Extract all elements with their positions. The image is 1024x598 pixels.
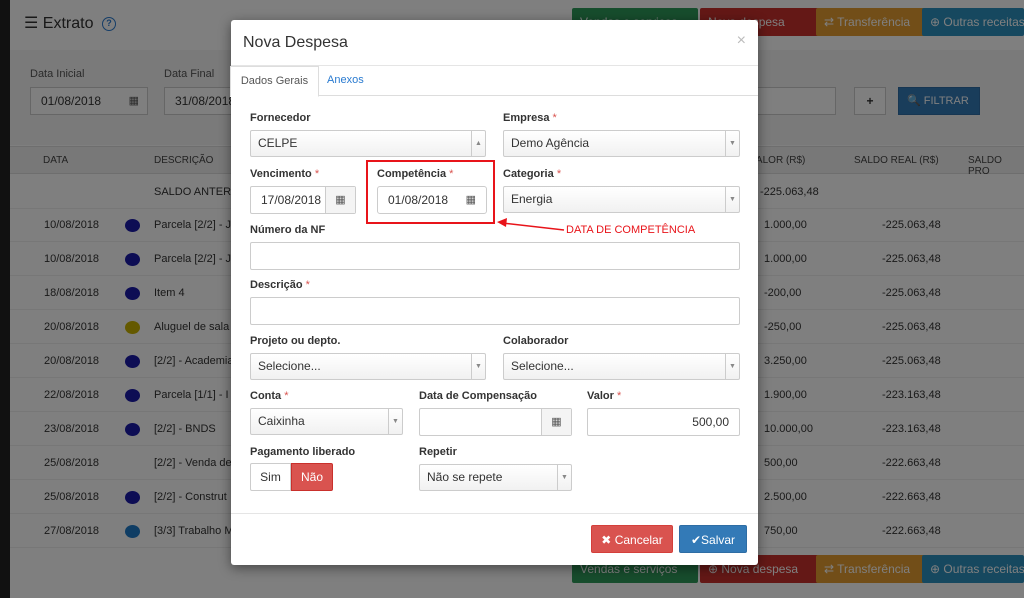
chevron-down-icon: ▲ xyxy=(471,131,485,156)
fornecedor-select[interactable]: CELPE ▲ xyxy=(250,130,486,157)
vencimento-label: Vencimento * xyxy=(250,168,320,180)
empresa-select[interactable]: Demo Agência ▼ xyxy=(503,130,740,157)
empresa-label: Empresa * xyxy=(503,112,557,124)
modal-tabs: Dados Gerais Anexos xyxy=(230,66,758,97)
valor-label: Valor * xyxy=(587,390,622,402)
modal-title: Nova Despesa xyxy=(243,34,348,51)
tab-anexos[interactable]: Anexos xyxy=(327,66,364,97)
pagamento-nao-button[interactable]: Não xyxy=(291,463,333,491)
calendar-icon[interactable]: ▦ xyxy=(541,409,571,435)
modal-footer-divider xyxy=(231,513,758,514)
tab-dados-gerais[interactable]: Dados Gerais xyxy=(230,66,319,97)
competencia-highlight-box xyxy=(366,160,495,224)
conta-label: Conta * xyxy=(250,390,289,402)
conta-select[interactable]: Caixinha ▼ xyxy=(250,408,403,435)
calendar-icon[interactable]: ▦ xyxy=(325,187,355,213)
check-icon: ✔ xyxy=(690,533,702,547)
pagamento-liberado-label: Pagamento liberado xyxy=(250,446,356,458)
chevron-down-icon: ▼ xyxy=(725,187,739,212)
chevron-down-icon: ▼ xyxy=(471,354,485,379)
close-icon[interactable]: × xyxy=(737,32,746,50)
colaborador-select[interactable]: Selecione... ▼ xyxy=(503,353,740,380)
fornecedor-label: Fornecedor xyxy=(250,112,311,124)
chevron-down-icon: ▼ xyxy=(388,409,402,434)
cancel-button[interactable]: ✖ Cancelar xyxy=(591,525,673,553)
descricao-label: Descrição * xyxy=(250,279,310,291)
colaborador-label: Colaborador xyxy=(503,335,569,347)
pagamento-sim-button[interactable]: Sim xyxy=(250,463,291,491)
valor-input[interactable]: 500,00 xyxy=(587,408,740,436)
projeto-select[interactable]: Selecione... ▼ xyxy=(250,353,486,380)
chevron-down-icon: ▼ xyxy=(725,131,739,156)
descricao-input[interactable] xyxy=(250,297,740,325)
categoria-select[interactable]: Energia ▼ xyxy=(503,186,740,213)
numero-nf-input[interactable] xyxy=(250,242,740,270)
projeto-label: Projeto ou depto. xyxy=(250,335,341,347)
numero-nf-label: Número da NF xyxy=(250,224,326,236)
categoria-label: Categoria * xyxy=(503,168,562,180)
annotation-arrow xyxy=(497,218,565,231)
chevron-down-icon: ▼ xyxy=(725,354,739,379)
chevron-down-icon: ▼ xyxy=(557,465,571,490)
repetir-label: Repetir xyxy=(419,446,457,458)
vencimento-input[interactable]: 17/08/2018 ▦ xyxy=(250,186,356,214)
data-compensacao-input[interactable]: ▦ xyxy=(419,408,572,436)
repetir-select[interactable]: Não se repete ▼ xyxy=(419,464,572,491)
competencia-annotation-label: DATA DE COMPETÊNCIA xyxy=(566,224,696,236)
data-compensacao-label: Data de Compensação xyxy=(419,390,537,402)
nova-despesa-modal: Nova Despesa × Dados Gerais Anexos Forne… xyxy=(230,20,758,565)
save-button[interactable]: ✔Salvar xyxy=(679,525,747,553)
close-icon: ✖ xyxy=(601,533,612,547)
